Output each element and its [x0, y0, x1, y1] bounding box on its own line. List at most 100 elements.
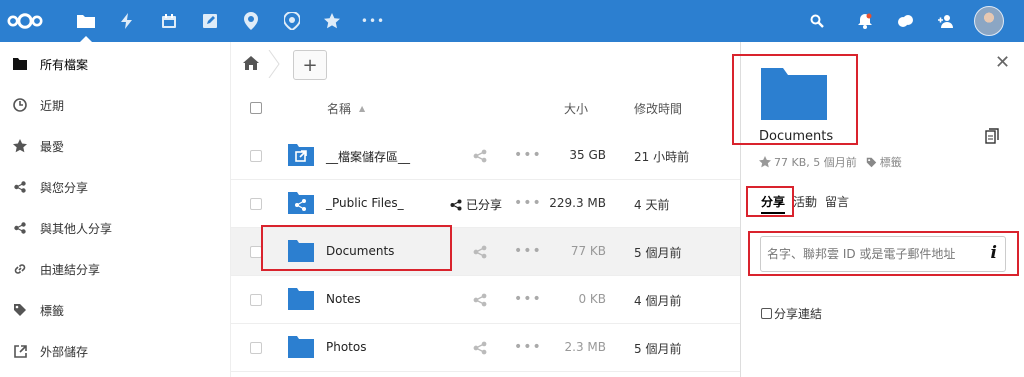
column-size-label: 大小: [564, 101, 589, 116]
file-name[interactable]: Documents: [326, 244, 394, 258]
tag-icon: [12, 302, 28, 318]
table-row[interactable]: Notes ••• 0 KB 4 個月前: [231, 276, 740, 324]
tag-icon: [866, 157, 876, 167]
file-name[interactable]: Photos: [326, 340, 366, 354]
more-apps-icon[interactable]: •••: [361, 0, 384, 42]
info-icon[interactable]: i: [991, 243, 997, 263]
external-folder-icon: [288, 142, 314, 169]
row-checkbox[interactable]: [250, 342, 262, 354]
file-size: 229.3 MB: [549, 196, 606, 210]
detail-tabs: 分享 活動 留言: [761, 193, 849, 214]
more-actions-icon[interactable]: •••: [514, 243, 542, 259]
calendar-icon[interactable]: [159, 0, 179, 42]
contacts-icon[interactable]: [936, 0, 954, 42]
favorites-app-icon[interactable]: [322, 0, 342, 42]
folder-preview-icon: [761, 64, 827, 123]
app-navigation: 所有檔案 近期 最愛 與您分享 與其他人分享 由連結分享 標籤 外部儲存: [0, 42, 231, 377]
share-link-checkbox[interactable]: [761, 308, 772, 319]
nav-shared-with-you[interactable]: 與您分享: [0, 167, 231, 207]
more-actions-icon[interactable]: •••: [514, 291, 542, 307]
share-icon: [12, 179, 28, 195]
tags-link[interactable]: 標籤: [880, 154, 902, 170]
share-link-option[interactable]: 分享連結: [761, 305, 822, 322]
table-row[interactable]: Documents ••• 77 KB 5 個月前: [231, 228, 740, 276]
folder-icon: [288, 286, 314, 313]
more-actions-icon[interactable]: •••: [514, 339, 542, 355]
details-sidebar: ✕ Documents 77 KB, 5 個月前 標籤 分享 活動 留言 i 分…: [740, 42, 1024, 377]
user-avatar[interactable]: [974, 6, 1004, 36]
column-name-header[interactable]: 名稱 ▲: [327, 98, 365, 118]
share-action-icon[interactable]: [473, 293, 487, 310]
file-name[interactable]: __檔案儲存區__: [326, 148, 410, 165]
tab-comments[interactable]: 留言: [825, 193, 849, 214]
column-name-label: 名稱: [327, 101, 352, 116]
home-icon[interactable]: [243, 56, 259, 73]
row-checkbox[interactable]: [250, 150, 262, 162]
more-actions-icon[interactable]: •••: [514, 195, 542, 211]
close-icon[interactable]: ✕: [995, 52, 1010, 73]
location-icon[interactable]: [282, 0, 302, 42]
cloud-sync-icon[interactable]: [895, 0, 915, 42]
notifications-icon[interactable]: [856, 0, 874, 42]
nav-all-files[interactable]: 所有檔案: [0, 44, 231, 84]
tab-activity[interactable]: 活動: [793, 193, 817, 214]
clock-icon: [12, 97, 28, 113]
row-checkbox[interactable]: [250, 294, 262, 306]
table-row[interactable]: Photos ••• 2.3 MB 5 個月前: [231, 324, 740, 372]
nav-shared-with-others[interactable]: 與其他人分享: [0, 208, 231, 248]
file-size: 2.3 MB: [564, 340, 606, 354]
more-actions-icon[interactable]: •••: [514, 147, 542, 163]
file-modified: 4 天前: [634, 198, 670, 212]
nav-recent[interactable]: 近期: [0, 85, 231, 125]
nav-label: 標籤: [40, 303, 65, 318]
notes-icon[interactable]: [200, 0, 220, 42]
copy-link-icon[interactable]: [985, 128, 999, 147]
search-icon[interactable]: [808, 0, 826, 42]
nav-label: 最愛: [40, 139, 65, 154]
file-list-area: + 名稱 ▲ 大小 修改時間 __檔案儲存區__ ••• 35 GB 21 小時…: [231, 42, 740, 377]
folder-icon: [288, 334, 314, 361]
file-modified: 21 小時前: [634, 150, 690, 164]
tab-sharing[interactable]: 分享: [761, 193, 786, 214]
star-icon[interactable]: [759, 156, 771, 168]
shared-status[interactable]: 已分享: [450, 196, 502, 213]
new-file-button[interactable]: +: [293, 50, 327, 80]
column-modified-header[interactable]: 修改時間: [634, 98, 682, 118]
share-with-field[interactable]: i: [760, 236, 1006, 272]
select-all-checkbox[interactable]: [250, 102, 262, 114]
breadcrumb-separator: [268, 50, 280, 78]
share-action-icon[interactable]: [473, 245, 487, 262]
maps-icon[interactable]: [242, 0, 260, 42]
share-link-label: 分享連結: [774, 307, 823, 321]
shared-folder-icon: [288, 190, 314, 217]
share-with-input[interactable]: [767, 245, 977, 263]
top-app-bar: •••: [0, 0, 1024, 42]
table-row[interactable]: _Public Files_ 已分享 ••• 229.3 MB 4 天前: [231, 180, 740, 228]
nav-external-storage[interactable]: 外部儲存: [0, 331, 231, 371]
nextcloud-logo-icon[interactable]: [6, 0, 44, 42]
nav-shared-by-link[interactable]: 由連結分享: [0, 249, 231, 289]
detail-meta: 77 KB, 5 個月前 標籤: [759, 154, 902, 170]
nav-favorites[interactable]: 最愛: [0, 126, 231, 166]
nav-tags[interactable]: 標籤: [0, 290, 231, 330]
file-modified: 4 個月前: [634, 294, 682, 308]
nav-label: 所有檔案: [40, 57, 89, 72]
share-action-icon[interactable]: [473, 149, 487, 166]
external-icon: [12, 343, 28, 359]
file-modified: 5 個月前: [634, 246, 682, 260]
column-size-header[interactable]: 大小: [564, 98, 588, 118]
row-checkbox[interactable]: [250, 198, 262, 210]
nav-label: 與其他人分享: [40, 221, 113, 236]
file-name[interactable]: Notes: [326, 292, 361, 306]
table-row[interactable]: __檔案儲存區__ ••• 35 GB 21 小時前: [231, 132, 740, 180]
activity-icon[interactable]: [118, 0, 136, 42]
nav-label: 由連結分享: [40, 262, 101, 277]
file-size: 35 GB: [569, 148, 606, 162]
row-checkbox[interactable]: [250, 246, 262, 258]
column-modified-label: 修改時間: [634, 101, 683, 116]
share-icon: [12, 220, 28, 236]
file-name[interactable]: _Public Files_: [326, 196, 404, 210]
shared-label: 已分享: [466, 198, 503, 212]
nav-label: 近期: [40, 98, 65, 113]
share-action-icon[interactable]: [473, 341, 487, 358]
